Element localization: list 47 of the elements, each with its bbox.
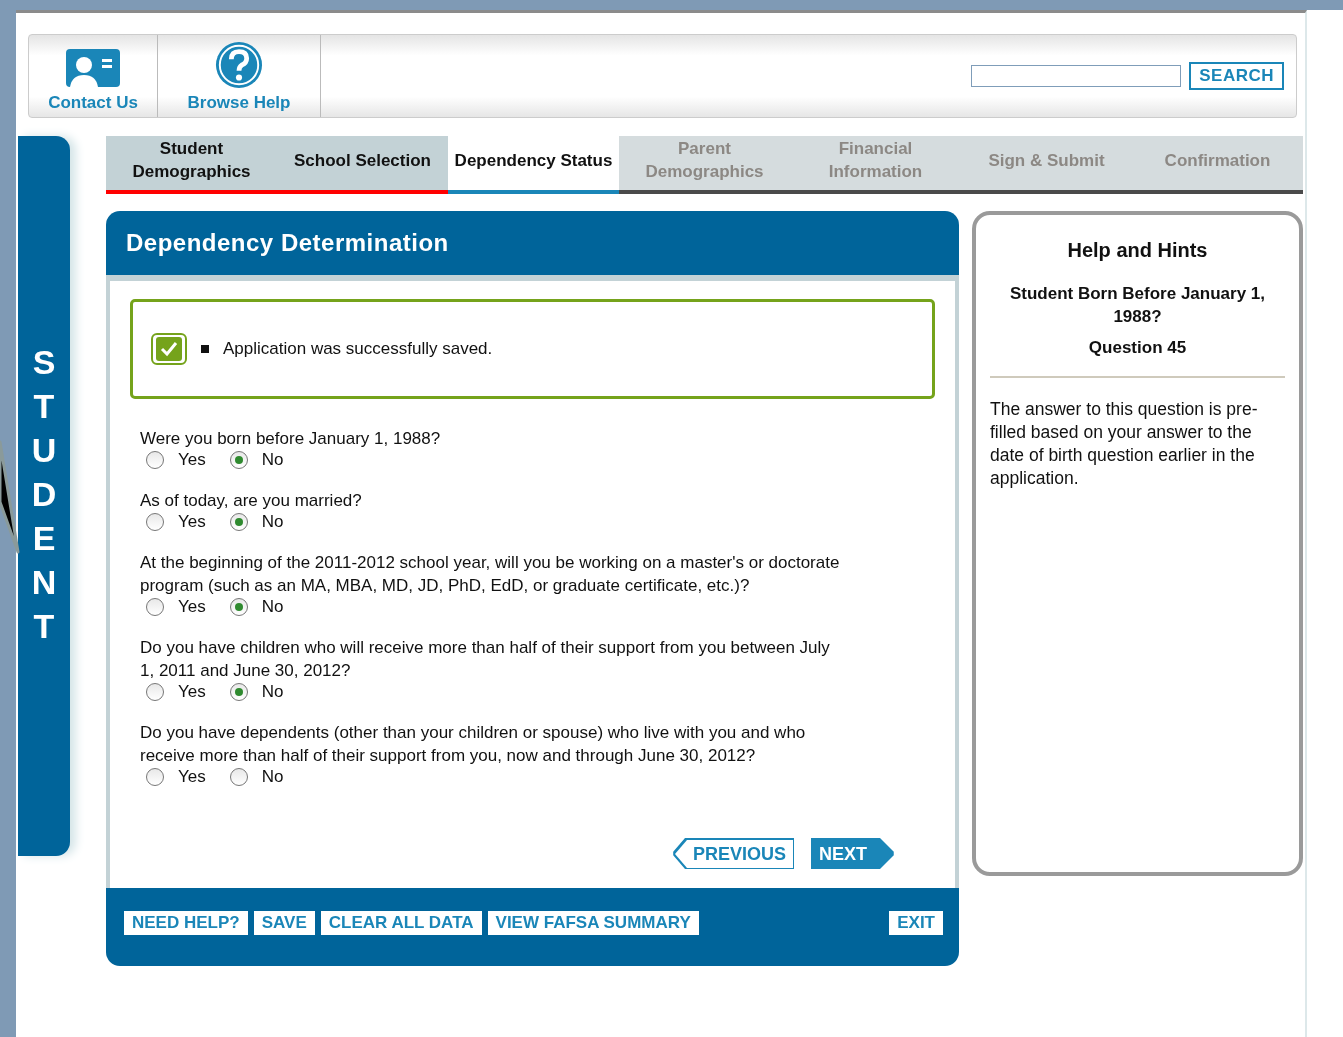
radio-option[interactable]: Yes (146, 767, 206, 787)
help-title: Help and Hints (1066, 239, 1209, 262)
sidebar-letter: E (32, 518, 56, 559)
success-message: Application was successfully saved. (223, 339, 493, 359)
footer-button[interactable]: VIEW FAFSA SUMMARY (487, 911, 699, 935)
radio-option[interactable]: No (229, 512, 284, 532)
radio-option[interactable]: Yes (146, 512, 206, 532)
header-link[interactable]: Browse Help (158, 35, 321, 117)
footer-button[interactable]: CLEAR ALL DATA (320, 911, 482, 935)
help-question-number: Question 45 (1087, 338, 1188, 358)
step-tab[interactable]: Sign & Submit (961, 136, 1132, 194)
step-tab[interactable]: School Selection (277, 136, 448, 194)
checkbox-icon (151, 333, 187, 365)
radio-option[interactable]: Yes (146, 450, 206, 470)
contact-card-icon (66, 49, 120, 89)
sidebar-letter: U (31, 430, 57, 471)
sidebar-letter: S (32, 342, 56, 383)
radio-option[interactable]: Yes (146, 682, 206, 702)
sidebar-letter: N (31, 562, 57, 603)
exit-button[interactable]: EXIT (889, 911, 943, 935)
step-tab[interactable]: Confirmation (1132, 136, 1303, 194)
question-text: As of today, are you married? (140, 490, 363, 512)
radio-option[interactable]: No (229, 682, 284, 702)
question-text: Do you have children who will receive more than half of their support from you between July 1, 2011 and June 30, 2012? (140, 637, 831, 682)
search-field[interactable] (971, 65, 1182, 87)
sidebar-letter: T (33, 606, 55, 647)
help-subtitle: Student Born Before January 1, 1988? (1008, 283, 1267, 328)
question-text: Do you have dependents (other than your children or spouse) who live with you and who receive more than half of their support from you, now and through June 30, 2012? (140, 722, 807, 767)
step-tab[interactable]: Student Demographics (106, 136, 277, 194)
panel-title: Dependency Determination (106, 211, 959, 275)
help-text: The answer to this question is pre-filled based on your answer to the date of birth question earlier in the application. (990, 398, 1259, 490)
sidebar-letter: D (31, 474, 57, 515)
question-text: At the beginning of the 2011-2012 school year, will you be working on a master's or doctorate program (such as an MA, MBA, MD, JD, PhD, EdD, or graduate certificate, etc.)? (140, 552, 840, 597)
radio-option[interactable]: Yes (146, 597, 206, 617)
sidebar-letter: T (33, 386, 55, 427)
search-button[interactable]: SEARCH (1189, 62, 1284, 90)
step-tab[interactable]: Financial Information (790, 136, 961, 194)
question-text: Were you born before January 1, 1988? (140, 428, 442, 450)
bullet-icon (201, 345, 209, 353)
radio-option[interactable]: No (229, 450, 284, 470)
radio-option[interactable]: No (229, 597, 284, 617)
header-link[interactable]: Contact Us (29, 35, 158, 117)
radio-option[interactable]: No (229, 767, 284, 787)
next-button[interactable]: NEXT (813, 840, 893, 868)
footer-button[interactable]: SAVE (253, 911, 315, 935)
footer-button[interactable]: NEED HELP? (124, 911, 248, 935)
step-tab[interactable]: Parent Demographics (619, 136, 790, 194)
